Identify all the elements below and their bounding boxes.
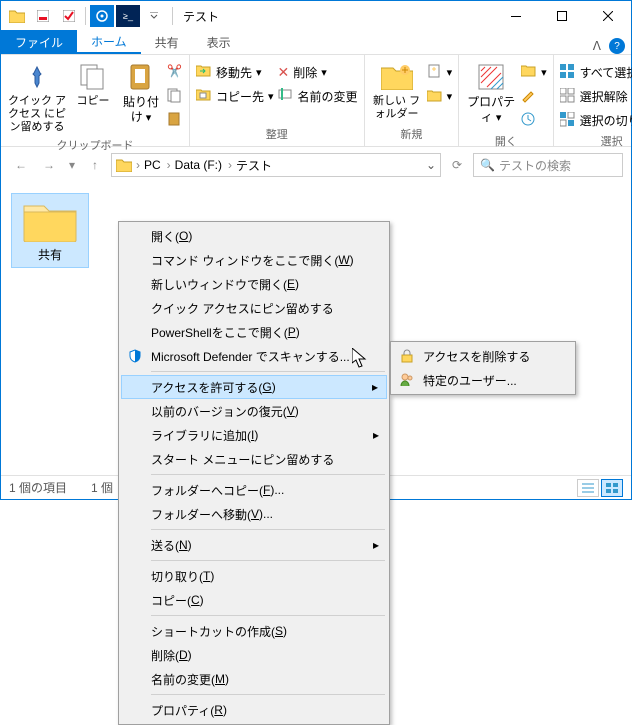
menu-send-to[interactable]: 送る(N)▸ [121,533,387,557]
edit-button[interactable] [521,85,547,107]
status-item-count: 1 個の項目 [9,479,67,496]
user-icon [399,372,415,388]
menu-separator [151,474,385,475]
copy-button[interactable]: コピー [71,57,115,108]
window-title: テスト [183,8,493,25]
shield-icon [127,348,143,364]
menu-pin-quickaccess[interactable]: クイック アクセスにピン留めする [121,296,387,320]
copyto-button[interactable]: コピー先 ▾ [196,85,274,107]
paste-shortcut-button[interactable] [167,109,183,131]
menu-defender-scan[interactable]: Microsoft Defender でスキャンする... [121,344,387,368]
folder-label: 共有 [38,246,62,263]
view-icons-button[interactable] [601,479,623,497]
history-button[interactable] [521,109,547,131]
submenu-specific-user[interactable]: 特定のユーザー... [393,368,573,392]
menu-add-library[interactable]: ライブラリに追加(I)▸ [121,423,387,447]
chevron-right-icon: ▸ [372,380,378,394]
nav-forward-button[interactable]: → [37,153,61,177]
menu-pin-start[interactable]: スタート メニューにピン留めする [121,447,387,471]
qat-settings-icon[interactable] [90,5,114,27]
ribbon: クイック アクセス にピン留めする コピー 貼り付け ▾ ✂️ クリップボード [1,55,631,147]
context-menu: 開く(O) コマンド ウィンドウをここで開く(W) 新しいウィンドウで開く(E)… [118,221,390,725]
selectinvert-button[interactable]: 選択の切り替え [560,109,632,131]
menu-open-newwindow[interactable]: 新しいウィンドウで開く(E) [121,272,387,296]
menu-create-shortcut[interactable]: ショートカットの作成(S) [121,619,387,643]
paste-button[interactable]: 貼り付け ▾ [119,57,163,125]
breadcrumb-segment[interactable]: Data (F:)› [175,158,232,172]
ribbon-tabs: ファイル ホーム 共有 表示 ᐱ ? [1,31,631,55]
easyaccess-button[interactable]: ▾ [427,85,453,107]
qat-separator [85,7,86,25]
menu-open[interactable]: 開く(O) [121,224,387,248]
menu-move-to-folder[interactable]: フォルダーへ移動(V)... [121,502,387,526]
qat-powershell-icon[interactable]: ≥_ [116,5,140,27]
search-icon: 🔍 [480,158,495,172]
menu-copy-to-folder[interactable]: フォルダーへコピー(F)... [121,478,387,502]
breadcrumb-segment[interactable]: PC› [144,158,171,172]
breadcrumb-segment[interactable]: テスト [236,157,272,174]
titlebar: ≥_ テスト [1,1,631,31]
menu-separator [151,371,385,372]
folder-item[interactable]: 共有 [11,193,89,268]
lock-icon [399,348,415,364]
chevron-right-icon: ▸ [373,538,379,552]
qat-folder-icon[interactable] [5,5,29,27]
newfolder-button[interactable]: 新しい フォルダー [371,57,423,121]
refresh-button[interactable]: ⟳ [445,153,469,177]
open-button[interactable]: ▾ [521,61,547,83]
menu-open-powershell[interactable]: PowerShellをここで開く(P) [121,320,387,344]
menu-separator [151,529,385,530]
menu-cut[interactable]: 切り取り(T) [121,564,387,588]
qat-save-icon[interactable] [31,5,55,27]
tab-share[interactable]: 共有 [141,30,193,54]
help-icon[interactable]: ? [609,38,625,54]
ribbon-group-label: 整理 [196,124,358,144]
menu-give-access[interactable]: アクセスを許可する(G)▸ [121,375,387,399]
menu-separator [151,615,385,616]
minimize-button[interactable] [493,1,539,31]
delete-button[interactable]: ✕削除 ▾ [278,61,358,83]
address-bar[interactable]: › PC› Data (F:)› テスト ⌄ [111,153,441,177]
menu-restore-versions[interactable]: 以前のバージョンの復元(V) [121,399,387,423]
tab-view[interactable]: 表示 [193,30,245,54]
nav-up-button[interactable]: ↑ [83,153,107,177]
tab-file[interactable]: ファイル [1,30,77,54]
selectnone-button[interactable]: 選択解除 [560,85,632,107]
search-input[interactable]: 🔍 テストの検索 [473,153,623,177]
qat-dropdown-icon[interactable] [142,5,166,27]
newitem-button[interactable]: ▾ [427,61,453,83]
pin-quickaccess-button[interactable]: クイック アクセス にピン留めする [7,57,67,135]
status-sel-count: 1 個 [91,479,113,496]
menu-separator [151,560,385,561]
menu-properties[interactable]: プロパティ(R) [121,698,387,722]
submenu-remove-access[interactable]: アクセスを削除する [393,344,573,368]
rename-button[interactable]: 名前の変更 [278,85,358,107]
moveto-button[interactable]: 移動先 ▾ [196,61,274,83]
address-dropdown-icon[interactable]: ⌄ [426,158,436,172]
qat-separator [172,7,173,25]
ribbon-group-label: 新規 [371,124,453,144]
navbar: ← → ▾ ↑ › PC› Data (F:)› テスト ⌄ ⟳ 🔍 テストの検… [1,147,631,183]
view-details-button[interactable] [577,479,599,497]
qat-more-checkbox-icon[interactable] [57,5,81,27]
cut-button[interactable]: ✂️ [167,61,183,83]
nav-recent-button[interactable]: ▾ [65,153,79,177]
menu-separator [151,694,385,695]
selectall-button[interactable]: すべて選択 [560,61,632,83]
context-submenu-access: アクセスを削除する 特定のユーザー... [390,341,576,395]
menu-open-cmd[interactable]: コマンド ウィンドウをここで開く(W) [121,248,387,272]
menu-copy[interactable]: コピー(C) [121,588,387,612]
folder-icon [116,158,132,172]
maximize-button[interactable] [539,1,585,31]
menu-delete[interactable]: 削除(D) [121,643,387,667]
tab-home[interactable]: ホーム [77,30,141,54]
nav-back-button[interactable]: ← [9,153,33,177]
collapse-ribbon-icon[interactable]: ᐱ [593,39,601,53]
close-button[interactable] [585,1,631,31]
copypath-button[interactable] [167,85,183,107]
properties-button[interactable]: プロパティ ▾ [465,57,517,125]
folder-icon [22,198,78,242]
chevron-right-icon: ▸ [373,428,379,442]
menu-rename[interactable]: 名前の変更(M) [121,667,387,691]
